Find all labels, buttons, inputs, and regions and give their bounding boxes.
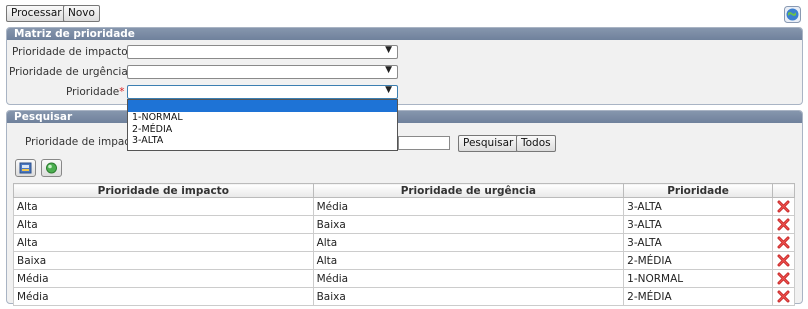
cell-impacto: Baixa <box>13 251 314 270</box>
header-impacto[interactable]: Prioridade de impacto <box>13 183 314 198</box>
impacto-select[interactable]: ▼ <box>127 45 398 59</box>
header-actions <box>771 183 796 198</box>
delete-x-icon <box>777 236 790 249</box>
delete-row-button[interactable] <box>771 215 796 234</box>
cell-prioridade: 1-NORMAL <box>623 269 773 288</box>
delete-row-button[interactable] <box>771 233 796 252</box>
chevron-down-icon: ▼ <box>385 45 392 55</box>
results-table: Prioridade de impacto Prioridade de urgê… <box>13 183 796 306</box>
cell-urgencia: Média <box>312 197 625 216</box>
cell-impacto: Média <box>13 269 314 288</box>
delete-x-icon <box>777 290 790 303</box>
cell-urgencia: Alta <box>312 233 625 252</box>
search-label: Prioridade de impacto <box>25 136 141 148</box>
urgencia-select[interactable]: ▼ <box>127 65 398 79</box>
cell-impacto: Alta <box>13 215 314 234</box>
cell-urgencia: Baixa <box>312 215 625 234</box>
delete-x-icon <box>777 272 790 285</box>
urgencia-label: Prioridade de urgência* : <box>9 66 140 78</box>
prioridade-dropdown-list: 1-NORMAL 2-MÉDIA 3-ALTA <box>127 99 398 151</box>
cell-urgencia: Média <box>312 269 625 288</box>
table-header-row: Prioridade de impacto Prioridade de urgê… <box>13 183 796 198</box>
help-globe-icon[interactable] <box>784 6 801 23</box>
refresh-icon <box>46 162 57 174</box>
table-row: Alta Baixa 3-ALTA <box>13 215 796 234</box>
novo-button[interactable]: Novo <box>63 5 100 22</box>
delete-row-button[interactable] <box>771 269 796 288</box>
prioridade-select[interactable]: ▼ <box>127 85 398 99</box>
delete-row-button[interactable] <box>771 287 796 306</box>
chevron-down-icon: ▼ <box>385 65 392 75</box>
cell-prioridade: 3-ALTA <box>623 233 773 252</box>
delete-row-button[interactable] <box>771 251 796 270</box>
delete-x-icon <box>777 218 790 231</box>
delete-x-icon <box>777 200 790 213</box>
todos-button[interactable]: Todos <box>516 135 556 152</box>
cell-prioridade: 2-MÉDIA <box>623 251 773 270</box>
pesquisar-button[interactable]: Pesquisar <box>458 135 519 152</box>
table-row: Alta Alta 3-ALTA <box>13 233 796 252</box>
cell-impacto: Alta <box>13 197 314 216</box>
dropdown-option-media[interactable]: 2-MÉDIA <box>128 124 397 136</box>
refresh-button[interactable] <box>41 159 62 177</box>
export-icon <box>19 162 32 174</box>
export-button[interactable] <box>15 159 36 177</box>
impacto-label: Prioridade de impacto* : <box>12 46 140 58</box>
dropdown-option-alta[interactable]: 3-ALTA <box>128 135 397 147</box>
matriz-title: Matriz de prioridade <box>7 28 802 40</box>
table-row: Média Média 1-NORMAL <box>13 269 796 288</box>
cell-prioridade: 3-ALTA <box>623 197 773 216</box>
cell-impacto: Alta <box>13 233 314 252</box>
delete-x-icon <box>777 254 790 267</box>
dropdown-option-normal[interactable]: 1-NORMAL <box>128 112 397 124</box>
dropdown-option-empty[interactable] <box>128 100 397 112</box>
search-input[interactable] <box>398 136 450 150</box>
cell-urgencia: Alta <box>312 251 625 270</box>
table-row: Média Baixa 2-MÉDIA <box>13 287 796 306</box>
header-prioridade[interactable]: Prioridade <box>623 183 773 198</box>
table-row: Alta Média 3-ALTA <box>13 197 796 216</box>
table-row: Baixa Alta 2-MÉDIA <box>13 251 796 270</box>
cell-prioridade: 3-ALTA <box>623 215 773 234</box>
delete-row-button[interactable] <box>771 197 796 216</box>
cell-prioridade: 2-MÉDIA <box>623 287 773 306</box>
cell-urgencia: Baixa <box>312 287 625 306</box>
prioridade-label: Prioridade* : <box>66 86 131 98</box>
processar-button[interactable]: Processar <box>6 5 67 22</box>
header-urgencia[interactable]: Prioridade de urgência <box>312 183 625 198</box>
chevron-down-icon: ▼ <box>385 85 392 95</box>
cell-impacto: Média <box>13 287 314 306</box>
